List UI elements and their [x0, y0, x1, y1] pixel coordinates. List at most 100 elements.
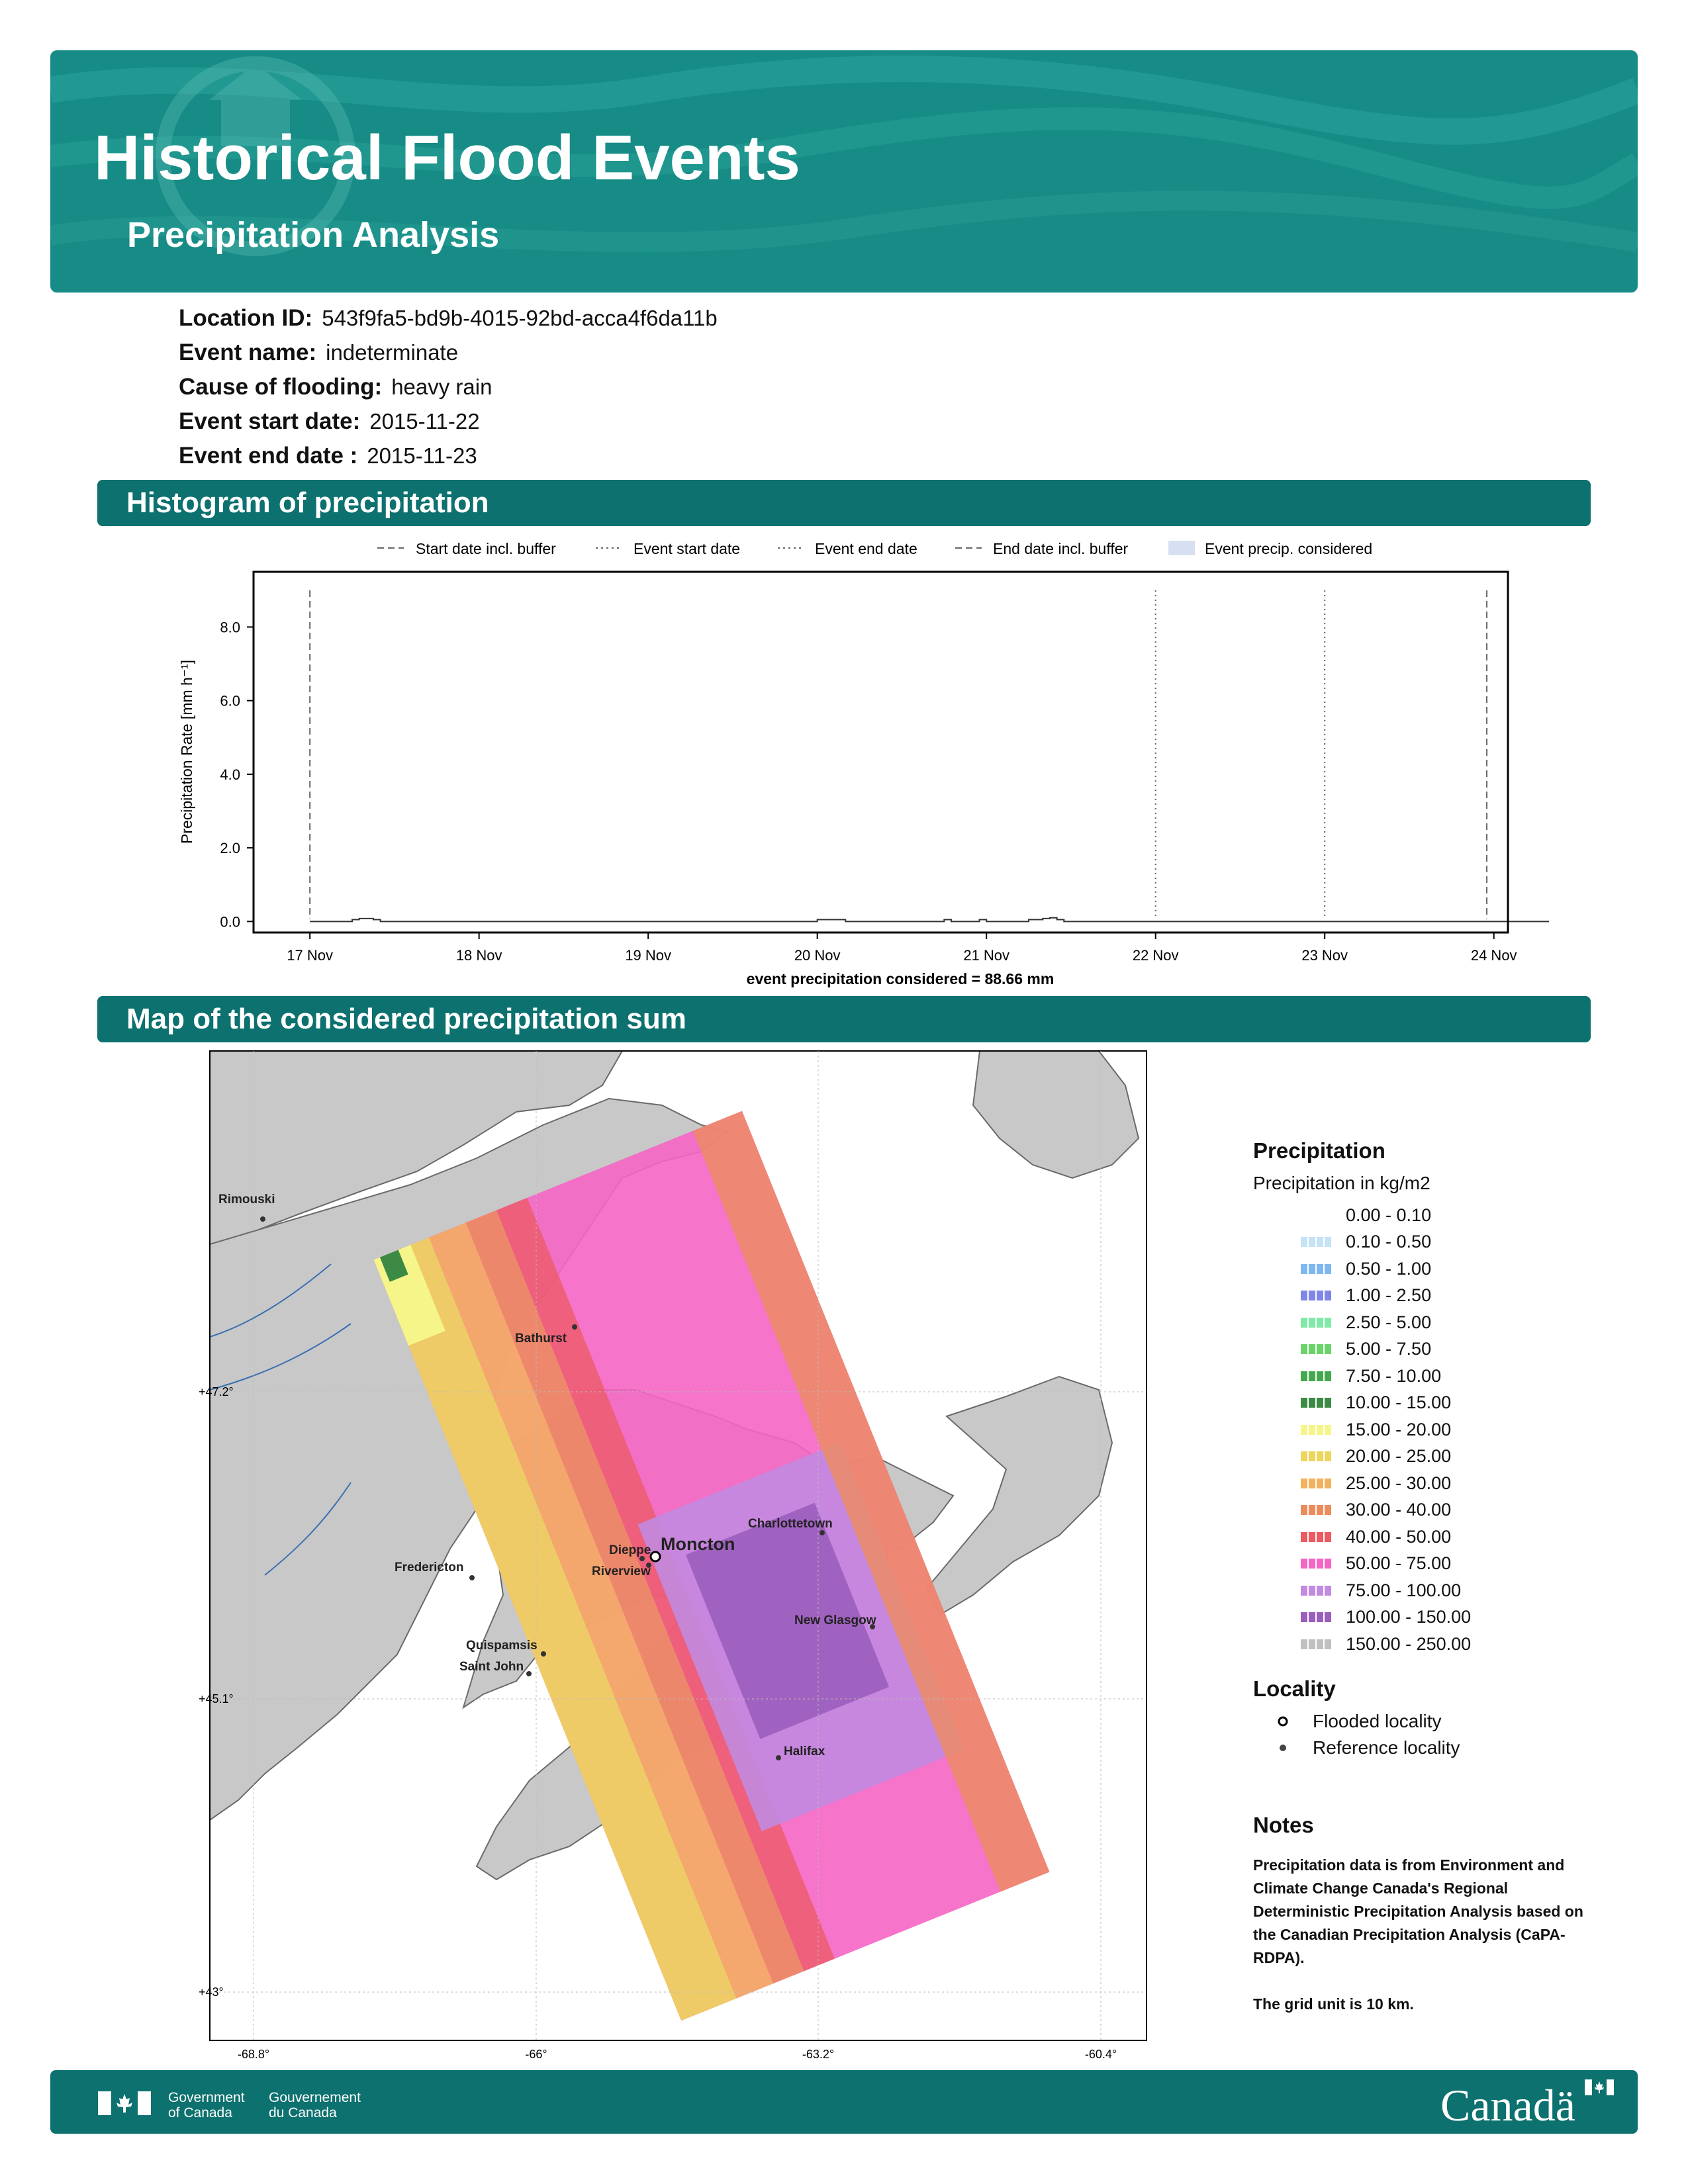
precipitation-class-list: 0.00 - 0.10 0.10 - 0.50 0.50 - 1.00 1.00 - …	[1253, 1202, 1624, 1658]
class-swatch	[1301, 1612, 1331, 1623]
histogram-section-title: Histogram of precipitation	[126, 486, 489, 519]
locality-legend-label: Flooded locality	[1313, 1710, 1442, 1731]
class-swatch	[1301, 1451, 1331, 1462]
locality-label: Dieppe	[609, 1543, 651, 1557]
notes-paragraph: Precipitation data is from Environment a…	[1253, 1856, 1583, 1966]
legend-title: Precipitation	[1253, 1138, 1385, 1163]
map-section-header: Map of the considered precipitation sum	[97, 996, 1591, 1042]
y-tick-label: 6.0	[220, 693, 240, 709]
precipitation-histogram: Start date incl. buffer Event start date…	[159, 529, 1688, 993]
class-label: 5.00 - 7.50	[1346, 1339, 1432, 1359]
x-tick-label: 19 Nov	[625, 947, 671, 964]
notes-text: Precipitation data is from Environment a…	[1253, 1854, 1597, 2016]
precipitation-class-item: 0.10 - 0.50	[1253, 1229, 1624, 1256]
class-swatch	[1301, 1344, 1331, 1355]
locality-label: Moncton	[661, 1534, 735, 1554]
class-label: 30.00 - 40.00	[1346, 1500, 1452, 1520]
class-label: 100.00 - 150.00	[1346, 1607, 1472, 1627]
histogram-plot-area: 0.0 2.0 4.0 6.0 8.0 17 Nov 18 Nov 19 Nov 20 Nov 2…	[220, 590, 1688, 964]
wordmark-flag-icon	[1585, 2079, 1614, 2095]
event-info-value: heavy rain	[391, 375, 492, 399]
precipitation-class-item: 2.50 - 5.00	[1253, 1309, 1624, 1336]
event-info-row: Event name: indeterminate	[179, 336, 718, 370]
canada-wordmark: Canadä	[1440, 2080, 1575, 2130]
locality-legend-label: Reference locality	[1313, 1737, 1460, 1758]
event-info-label: Event name:	[179, 340, 317, 365]
reference-locality-marker	[776, 1755, 781, 1760]
plot-frame	[252, 570, 1509, 934]
flooded-locality-marker	[1278, 1716, 1288, 1726]
precipitation-class-item: 50.00 - 75.00	[1253, 1551, 1624, 1578]
government-of-canada-en: Government of Canada	[168, 2090, 245, 2120]
class-label: 0.10 - 0.50	[1346, 1232, 1432, 1252]
histogram-svg: Start date incl. buffer Event start date…	[178, 540, 1688, 987]
locality-label: Riverview	[592, 1565, 651, 1578]
precipitation-class-item: 15.00 - 20.00	[1253, 1416, 1624, 1443]
reference-locality-marker	[469, 1575, 475, 1580]
class-swatch	[1301, 1424, 1331, 1435]
page-title: Historical Flood Events	[94, 122, 800, 193]
event-info-value: 2015-11-23	[367, 443, 477, 468]
legend-marker-event-patch	[1168, 541, 1195, 555]
precipitation-class-item: 0.00 - 0.10	[1253, 1202, 1624, 1229]
y-tick-label: 8.0	[220, 619, 240, 635]
canada-flag-icon	[98, 2091, 151, 2115]
notes-paragraph: The grid unit is 10 km.	[1253, 1995, 1414, 2013]
locality-label: New Glasgow	[794, 1614, 876, 1627]
class-swatch	[1301, 1398, 1331, 1408]
event-info-label: Location ID:	[179, 305, 313, 331]
precipitation-class-item: 40.00 - 50.00	[1253, 1524, 1624, 1551]
class-swatch	[1301, 1291, 1331, 1301]
histogram-section-header: Histogram of precipitation	[97, 480, 1591, 526]
reference-locality-marker	[572, 1324, 577, 1330]
precipitation-class-item: 10.00 - 15.00	[1253, 1390, 1624, 1417]
event-info-value: 2015-11-22	[369, 409, 480, 433]
class-swatch	[1301, 1478, 1331, 1488]
locality-legend-item: Reference locality	[1253, 1735, 1624, 1761]
footer-bar: Government of Canada Gouvernement du Can…	[50, 2070, 1638, 2134]
class-swatch	[1301, 1237, 1331, 1248]
locality-label: Bathurst	[515, 1332, 567, 1345]
precipitation-class-item: 30.00 - 40.00	[1253, 1497, 1624, 1524]
legend-label: Event start date	[633, 540, 740, 557]
class-label: 7.50 - 10.00	[1346, 1365, 1442, 1386]
map-y-tick-label: +47.2°	[199, 1385, 234, 1398]
reference-locality-marker	[260, 1216, 265, 1222]
legend-label: Event end date	[815, 540, 917, 557]
map-svg: -68.8° -66° -63.2° -60.4° +47.2° +45.1° +43° Ri…	[199, 1050, 1147, 2061]
event-info-label: Cause of flooding:	[179, 374, 383, 400]
event-info-value: indeterminate	[326, 340, 459, 365]
legend-label: Start date incl. buffer	[416, 540, 556, 557]
event-info-row: Cause of flooding: heavy rain	[179, 370, 718, 404]
precipitation-class-item: 75.00 - 100.00	[1253, 1577, 1624, 1604]
precipitation-class-item: 20.00 - 25.00	[1253, 1443, 1624, 1471]
x-tick-label: 24 Nov	[1471, 947, 1517, 964]
reference-locality-marker	[526, 1671, 532, 1676]
precipitation-map: -68.8° -66° -63.2° -60.4° +47.2° +45.1° +43° Ri…	[199, 1046, 1158, 2065]
map-legend: Precipitation Precipitation in kg/m2 0.0…	[1253, 1138, 1624, 2039]
event-info-row: Event end date : 2015-11-23	[179, 439, 718, 473]
class-swatch	[1301, 1210, 1331, 1220]
x-tick-label: 18 Nov	[456, 947, 502, 964]
event-info-label: Event end date :	[179, 443, 358, 469]
reference-locality-marker	[1280, 1744, 1286, 1751]
locality-label: Halifax	[784, 1745, 825, 1758]
precipitation-class-item: 25.00 - 30.00	[1253, 1470, 1624, 1497]
class-label: 2.50 - 5.00	[1346, 1312, 1432, 1332]
map-x-tick-label: -63.2°	[802, 2048, 834, 2061]
precipitation-class-item: 1.00 - 2.50	[1253, 1283, 1624, 1310]
class-swatch	[1301, 1371, 1331, 1381]
class-label: 40.00 - 50.00	[1346, 1526, 1452, 1547]
class-label: 150.00 - 250.00	[1346, 1633, 1472, 1654]
event-info-label: Event start date:	[179, 408, 361, 434]
map-x-tick-label: -66°	[525, 2048, 547, 2061]
y-tick-label: 0.0	[220, 913, 240, 930]
class-label: 75.00 - 100.00	[1346, 1580, 1462, 1600]
class-label: 10.00 - 15.00	[1346, 1392, 1452, 1413]
class-label: 15.00 - 20.00	[1346, 1419, 1452, 1439]
header-banner: Historical Flood Events Precipitation An…	[50, 50, 1638, 293]
precipitation-class-item: 5.00 - 7.50	[1253, 1336, 1624, 1363]
class-label: 0.50 - 1.00	[1346, 1258, 1432, 1279]
locality-label: Charlottetown	[748, 1517, 833, 1531]
x-tick-label: 17 Nov	[287, 947, 333, 964]
